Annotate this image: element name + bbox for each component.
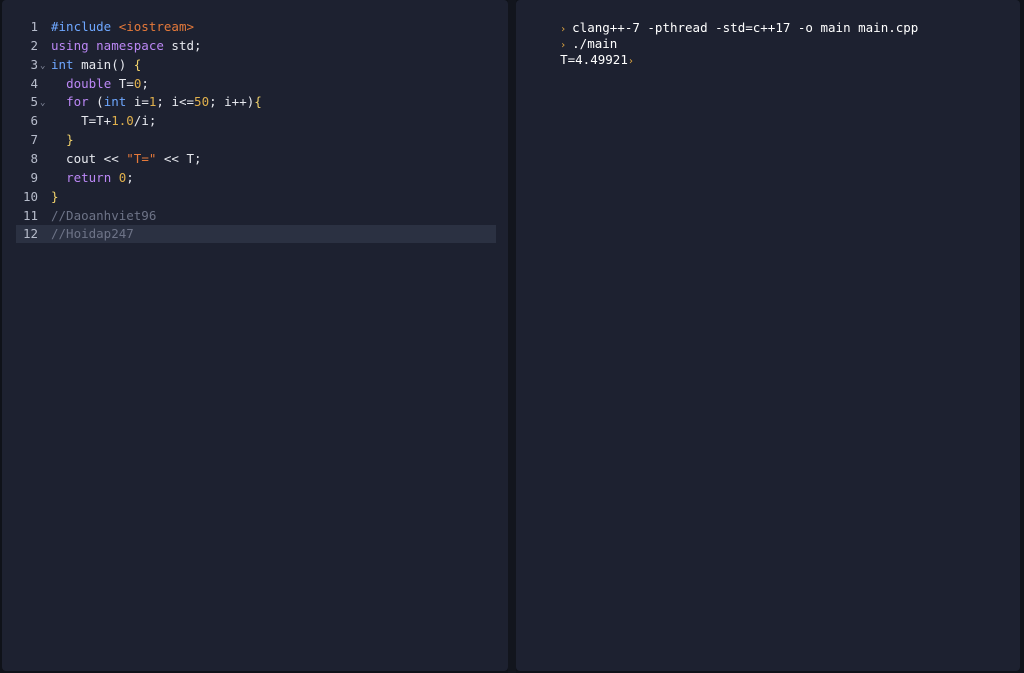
pane-divider[interactable] xyxy=(508,0,516,673)
code-text: } xyxy=(51,131,74,149)
code-line[interactable]: 4 double T=0; xyxy=(16,75,496,93)
line-number: 12 xyxy=(22,226,38,242)
line-number: 3 xyxy=(30,56,38,72)
code-line[interactable]: 9 return 0; xyxy=(16,169,496,187)
code-token: using xyxy=(51,37,97,53)
code-token: //Hoidap247 xyxy=(51,226,134,242)
code-text: #include <iostream> xyxy=(51,18,194,36)
code-token: #include xyxy=(51,19,119,34)
code-line[interactable]: 8 cout << "T=" << T; xyxy=(16,150,496,168)
code-token: << T; xyxy=(156,150,202,166)
code-token: //Daoanhviet96 xyxy=(51,207,157,223)
code-token: int xyxy=(103,94,134,110)
console-output-text: T=4.49921 xyxy=(560,52,628,67)
code-text: cout << "T=" << T; xyxy=(51,150,202,168)
code-token: { xyxy=(254,94,262,110)
code-token: namespace xyxy=(96,37,172,53)
line-number: 5 xyxy=(30,94,38,110)
console-output-line: T=4.49921› xyxy=(530,36,634,67)
code-line[interactable]: 3 ⌄ int main() { xyxy=(16,56,496,74)
code-token: T= xyxy=(118,75,134,91)
fold-chevron-icon[interactable]: ⌄ xyxy=(40,57,45,75)
code-line[interactable]: 5 ⌄ for (int i=1; i<=50; i++){ xyxy=(16,93,496,111)
code-line[interactable]: 2 using namespace std; xyxy=(16,37,496,55)
code-token: ; xyxy=(141,75,149,91)
code-token: int xyxy=(51,56,82,72)
code-text: //Daoanhviet96 xyxy=(51,207,156,225)
code-token: for xyxy=(66,94,97,110)
code-token: main() xyxy=(81,56,134,72)
code-text: int main() { xyxy=(51,56,141,74)
line-number: 9 xyxy=(30,169,38,185)
line-number: 4 xyxy=(30,75,38,91)
code-token: 50 xyxy=(194,94,210,110)
code-token: "T=" xyxy=(126,150,157,166)
code-token: 1.0 xyxy=(111,113,134,129)
code-token: { xyxy=(133,56,142,72)
code-editor[interactable]: 1 #include <iostream> 2 using namespace std… xyxy=(2,0,508,671)
code-line[interactable]: 1 #include <iostream> xyxy=(16,18,496,36)
line-number: 2 xyxy=(30,37,38,53)
code-token: ( xyxy=(96,94,104,110)
code-token: return xyxy=(66,169,119,185)
console-pane[interactable]: › clang++-7 -pthread -std=c++17 -o main m… xyxy=(516,0,1020,671)
code-token: std; xyxy=(171,37,202,53)
console-command-text: clang++-7 -pthread -std=c++17 -o main ma… xyxy=(572,20,919,35)
code-text: return 0; xyxy=(51,169,134,187)
code-text: T=T+1.0/i; xyxy=(51,112,156,130)
code-line[interactable]: 7 } xyxy=(16,131,496,149)
console-command-line: › clang++-7 -pthread -std=c++17 -o main m… xyxy=(530,4,918,35)
code-line[interactable]: 6 T=T+1.0/i; xyxy=(16,112,496,130)
code-token: cout << xyxy=(51,150,127,166)
chevron-cursor-icon: › xyxy=(627,56,634,67)
code-token: ; xyxy=(126,169,134,185)
code-token: /i; xyxy=(133,113,157,129)
line-number: 6 xyxy=(30,113,38,129)
code-token: ; i++) xyxy=(209,94,255,110)
line-number: 11 xyxy=(22,207,38,223)
code-text: //Hoidap247 xyxy=(51,225,134,243)
code-line[interactable]: 12 //Hoidap247 xyxy=(16,225,496,244)
console-command-line: › ./main xyxy=(530,20,617,51)
code-token: <iostream> xyxy=(118,19,194,34)
code-token: } xyxy=(51,188,59,204)
line-number: 1 xyxy=(30,19,38,34)
code-token: T=T+ xyxy=(51,113,112,129)
code-text: double T=0; xyxy=(51,75,149,93)
line-number: 8 xyxy=(30,150,38,166)
code-text: } xyxy=(51,188,59,206)
line-number: 7 xyxy=(30,132,38,148)
code-token: } xyxy=(66,132,74,148)
line-number: 10 xyxy=(22,188,38,204)
code-token: double xyxy=(66,75,119,91)
code-token: ; i<= xyxy=(156,94,195,110)
code-line[interactable]: 10} xyxy=(16,188,496,206)
fold-chevron-icon[interactable]: ⌄ xyxy=(40,94,45,112)
code-text: for (int i=1; i<=50; i++){ xyxy=(51,93,262,111)
code-line[interactable]: 11 //Daoanhviet96 xyxy=(16,207,496,225)
code-text: using namespace std; xyxy=(51,37,202,55)
code-token: i= xyxy=(133,94,149,110)
